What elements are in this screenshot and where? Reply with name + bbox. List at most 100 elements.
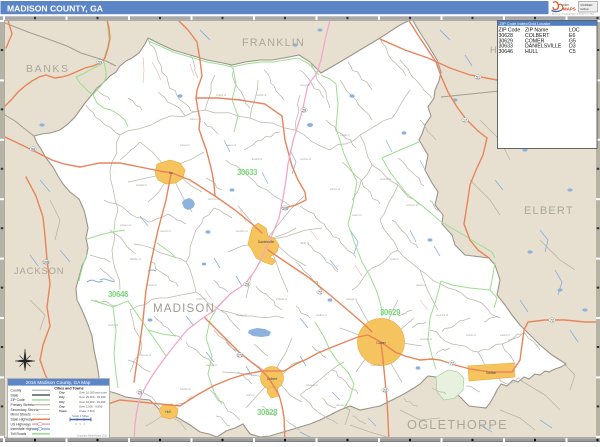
svg-text:nbbttr rd: nbbttr rd xyxy=(300,242,310,245)
svg-text:mscbce rd: mscbce rd xyxy=(300,158,312,161)
svg-text:baoncc rd: baoncc rd xyxy=(206,364,217,367)
svg-text:nnomcm rd: nnomcm rd xyxy=(406,204,419,207)
svg-text:29: 29 xyxy=(138,391,142,395)
svg-text:rrmtbn rd: rrmtbn rd xyxy=(196,298,206,301)
svg-text:Toll Roads: Toll Roads xyxy=(11,432,27,436)
svg-text:stsrmn rd: stsrmn rd xyxy=(330,188,341,191)
svg-text:30646: 30646 xyxy=(108,290,129,299)
svg-text:satreo rd: satreo rd xyxy=(190,118,200,121)
svg-text:dnsaad rd: dnsaad rd xyxy=(136,184,147,187)
svg-text:US Highways: US Highways xyxy=(11,422,32,426)
svg-text:Carlton: Carlton xyxy=(486,371,497,375)
svg-text:17: 17 xyxy=(463,119,467,123)
svg-text:Under 2,500: Under 2,500 xyxy=(79,409,95,413)
svg-text:Danielsville: Danielsville xyxy=(258,240,274,244)
svg-text:obmsns rd: obmsns rd xyxy=(336,404,348,407)
svg-text:MAPS: MAPS xyxy=(563,7,576,12)
svg-text:Town: Town xyxy=(59,409,67,413)
svg-text:edceem rd: edceem rd xyxy=(120,224,132,227)
svg-text:72: 72 xyxy=(318,291,322,295)
svg-text:30628: 30628 xyxy=(257,408,278,417)
svg-text:30633: 30633 xyxy=(237,168,258,177)
svg-text:sortea rd: sortea rd xyxy=(180,144,190,147)
svg-text:rastea rd: rastea rd xyxy=(416,284,426,287)
svg-text:Copyright MarkerMaps 2016: Copyright MarkerMaps 2016 xyxy=(77,435,108,438)
svg-text:dmcbrt rd: dmcbrt rd xyxy=(108,324,119,327)
svg-text:Ila: Ila xyxy=(169,171,173,175)
svg-text:Colbert: Colbert xyxy=(267,377,277,381)
svg-text:C5: C5 xyxy=(569,49,576,55)
svg-text:ctabrd rd: ctabrd rd xyxy=(500,334,510,337)
svg-text:nrsstt rd: nrsstt rd xyxy=(390,258,399,261)
svg-text:Edition: Edition xyxy=(581,7,590,11)
svg-text:MADISON COUNTY, GA: MADISON COUNTY, GA xyxy=(7,3,103,13)
svg-text:rmbesd rd: rmbesd rd xyxy=(346,298,357,301)
svg-text:obbbbn rd: obbbbn rd xyxy=(130,258,141,261)
svg-text:H: H xyxy=(490,45,497,55)
svg-text:nrbnem rd: nrbnem rd xyxy=(140,354,152,357)
svg-text:dnodnm rd: dnodnm rd xyxy=(236,230,248,233)
svg-text:30646: 30646 xyxy=(499,49,514,55)
svg-text:Minor Streets: Minor Streets xyxy=(11,413,31,417)
svg-text:FRANKLIN: FRANKLIN xyxy=(242,37,305,49)
svg-text:mnbett rd: mnbett rd xyxy=(216,94,227,97)
svg-text:106: 106 xyxy=(43,261,49,265)
svg-text:City: City xyxy=(59,400,65,404)
svg-text:mbnana rd: mbnana rd xyxy=(306,384,318,387)
svg-text:Over 2,500 - 9,999: Over 2,500 - 9,999 xyxy=(79,404,103,408)
svg-text:City: City xyxy=(59,391,65,395)
svg-text:106: 106 xyxy=(282,207,288,211)
svg-text:sreors rd: sreors rd xyxy=(352,214,362,217)
svg-text:nrdrrt rd: nrdrrt rd xyxy=(246,394,255,397)
svg-text:bnbdns rd: bnbdns rd xyxy=(180,388,191,391)
svg-text:America's Leading Street & Ref: America's Leading Street & Reference Map xyxy=(552,13,595,16)
svg-text:72: 72 xyxy=(550,319,554,323)
svg-text:bmcras rd: bmcras rd xyxy=(146,284,157,287)
svg-text:22: 22 xyxy=(383,389,387,393)
svg-text:OGLETHORPE: OGLETHORPE xyxy=(407,417,508,432)
svg-text:eotnos rd: eotnos rd xyxy=(300,84,311,87)
svg-text:30629: 30629 xyxy=(380,308,401,317)
svg-text:ceemma rd: ceemma rd xyxy=(436,314,449,317)
svg-text:taaonn rd: taaonn rd xyxy=(226,144,237,147)
svg-text:ccstnb rd: ccstnb rd xyxy=(466,334,476,337)
svg-text:ctodbm rd: ctodbm rd xyxy=(316,314,327,317)
svg-text:emssba rd: emssba rd xyxy=(380,178,392,181)
svg-text:JACKSON: JACKSON xyxy=(14,266,64,277)
svg-text:amcsom rd: amcsom rd xyxy=(420,338,432,341)
svg-text:Primary Streets: Primary Streets xyxy=(11,403,35,407)
svg-text:Over 10,000 - 24,999: Over 10,000 - 24,999 xyxy=(79,400,106,404)
svg-text:County: County xyxy=(11,388,22,392)
svg-text:Hull: Hull xyxy=(165,410,171,414)
svg-text:ZIP Code: ZIP Code xyxy=(11,398,25,402)
svg-text:98: 98 xyxy=(31,148,35,152)
svg-text:ZIP Code Index/Grid Locator: ZIP Code Index/Grid Locator xyxy=(500,21,552,26)
svg-text:29: 29 xyxy=(302,109,306,113)
svg-text:MADISON: MADISON xyxy=(153,303,215,315)
svg-text:ELBERT: ELBERT xyxy=(524,205,574,217)
svg-text:tboobb rd: tboobb rd xyxy=(252,158,263,161)
svg-text:onedrb rd: onedrb rd xyxy=(256,94,267,97)
svg-text:59: 59 xyxy=(98,61,102,65)
svg-text:ccsatb rd: ccsatb rd xyxy=(340,134,350,137)
svg-text:172: 172 xyxy=(237,354,243,358)
svg-text:2016 Madison County, GA Map: 2016 Madison County, GA Map xyxy=(26,380,91,385)
svg-text:ntnebn rd: ntnebn rd xyxy=(370,364,381,367)
svg-text:HULL: HULL xyxy=(525,49,538,55)
svg-text:mtemct rd: mtemct rd xyxy=(160,230,171,233)
svg-text:0 1 2: 0 1 2 xyxy=(75,423,85,426)
svg-text:Scale 1:Miles: Scale 1:Miles xyxy=(72,414,89,418)
svg-text:BANKS: BANKS xyxy=(26,63,70,75)
svg-text:mtnaes rd: mtnaes rd xyxy=(236,314,247,317)
svg-text:City: City xyxy=(59,404,65,408)
svg-text:51: 51 xyxy=(476,76,480,80)
svg-text:State: State xyxy=(11,393,19,397)
svg-text:Over 25,000 - 49,999: Over 25,000 - 49,999 xyxy=(79,395,106,399)
svg-text:29: 29 xyxy=(245,283,249,287)
svg-text:State Highways: State Highways xyxy=(11,418,35,422)
svg-text:City: City xyxy=(59,395,65,399)
svg-text:Comer: Comer xyxy=(376,341,387,345)
svg-text:72: 72 xyxy=(450,362,454,366)
svg-text:Over 10,000 and more: Over 10,000 and more xyxy=(79,391,107,395)
svg-text:onnbmn rd: onnbmn rd xyxy=(208,198,220,201)
